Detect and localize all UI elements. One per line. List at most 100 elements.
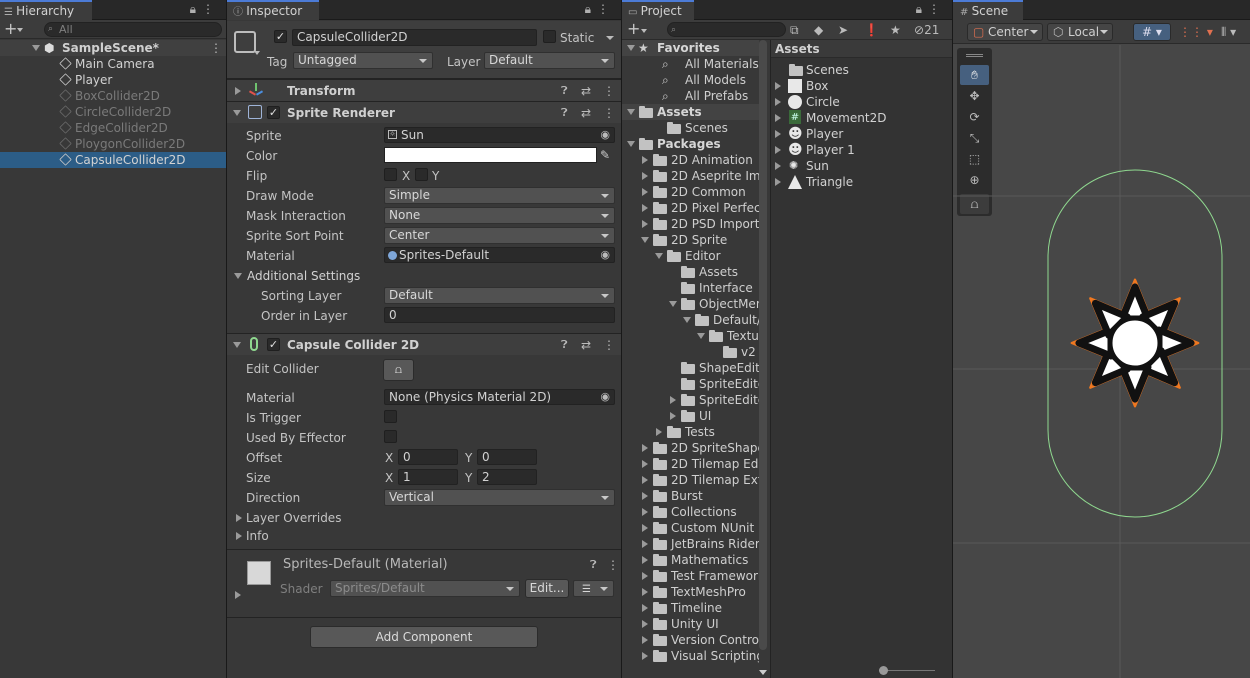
help-icon[interactable]: ❓︎: [590, 557, 597, 573]
inspector-tab-menu[interactable]: 🔒︎⋮: [585, 2, 615, 17]
scene-viewport[interactable]: [953, 45, 1250, 678]
eyedropper-icon[interactable]: ✎: [600, 147, 610, 163]
project-search-input[interactable]: ⌕: [667, 22, 786, 37]
chevron-right-icon[interactable]: [642, 460, 648, 468]
chevron-right-icon[interactable]: [642, 172, 648, 180]
chevron-down-icon[interactable]: [627, 45, 635, 51]
filter-type-icon[interactable]: ◆: [814, 22, 823, 38]
filter-label-icon[interactable]: ➤: [838, 22, 848, 38]
chevron-right-icon[interactable]: [642, 524, 648, 532]
edit-collider-button[interactable]: ⩍: [383, 359, 414, 381]
chevron-down-icon[interactable]: [683, 317, 691, 323]
add-component-button[interactable]: Add Component: [310, 626, 538, 648]
asset-item[interactable]: ☻ Player: [771, 126, 952, 142]
chevron-right-icon[interactable]: [642, 204, 648, 212]
chevron-right-icon[interactable]: [642, 508, 648, 516]
chevron-right-icon[interactable]: [775, 162, 781, 170]
shader-dropdown[interactable]: Sprites/Default: [330, 580, 520, 597]
project-tree-item[interactable]: Test Framework: [622, 568, 759, 584]
chevron-right-icon[interactable]: [642, 540, 648, 548]
chevron-right-icon[interactable]: [642, 620, 648, 628]
project-tree-item[interactable]: ShapeEdit: [622, 360, 759, 376]
draw-mode-dropdown[interactable]: Simple: [384, 187, 615, 204]
asset-item[interactable]: Scenes: [771, 62, 952, 78]
tag-dropdown[interactable]: Untagged: [293, 52, 433, 69]
project-tree-item[interactable]: Textu: [622, 328, 759, 344]
project-tree-item[interactable]: Unity UI: [622, 616, 759, 632]
project-tree-item[interactable]: 2D Common: [622, 184, 759, 200]
chevron-right-icon[interactable]: [642, 188, 648, 196]
project-tree-item[interactable]: ⌕ All Prefabs: [622, 88, 759, 104]
project-tree-item[interactable]: Editor: [622, 248, 759, 264]
search-scope-icon[interactable]: ⧉: [790, 22, 799, 38]
project-tree-item[interactable]: TextMeshPro: [622, 584, 759, 600]
zoom-slider-handle[interactable]: [879, 666, 888, 675]
asset-item[interactable]: ✺ Sun: [771, 158, 952, 174]
is-trigger-checkbox[interactable]: [384, 410, 397, 423]
tab-inspector[interactable]: ⓘ Inspector: [227, 0, 319, 20]
project-tree-item[interactable]: 2D Tilemap Edit: [622, 456, 759, 472]
chevron-right-icon[interactable]: [642, 156, 648, 164]
chevron-right-icon[interactable]: [775, 178, 781, 186]
hierarchy-item[interactable]: Player: [0, 72, 226, 88]
chevron-right-icon[interactable]: [642, 588, 648, 596]
hierarchy-item[interactable]: BoxCollider2D: [0, 88, 226, 104]
static-dropdown-icon[interactable]: [606, 36, 614, 40]
material-field[interactable]: Sprites-Default ◉: [384, 247, 615, 263]
help-icon[interactable]: ❓︎: [561, 105, 568, 121]
tab-project[interactable]: ▭ Project: [622, 0, 694, 20]
add-icon[interactable]: +: [627, 21, 640, 37]
chevron-down-icon[interactable]: [234, 273, 242, 279]
project-tree-item[interactable]: 2D Aseprite Imp: [622, 168, 759, 184]
project-tree-item[interactable]: Visual Scripting: [622, 648, 759, 664]
chevron-right-icon[interactable]: [775, 98, 781, 106]
help-icon[interactable]: ❓︎: [561, 337, 568, 353]
tree-scrollbar[interactable]: [759, 40, 767, 650]
icon-dropdown-icon[interactable]: [254, 51, 260, 55]
chevron-down-icon[interactable]: [627, 109, 635, 115]
help-icon[interactable]: ❓︎: [561, 83, 568, 99]
grid-snap-button[interactable]: #︎ ▾: [1133, 23, 1171, 41]
gameobject-name-field[interactable]: CapsuleCollider2D: [292, 29, 537, 46]
project-tree-item[interactable]: UI: [622, 408, 759, 424]
add-dropdown-icon[interactable]: [641, 29, 647, 33]
static-checkbox[interactable]: [543, 30, 556, 43]
project-tree-item[interactable]: 2D Tilemap Extr: [622, 472, 759, 488]
tab-scene[interactable]: #︎ Scene: [953, 0, 1023, 20]
add-dropdown-icon[interactable]: [17, 28, 23, 32]
chevron-right-icon[interactable]: [670, 396, 676, 404]
chevron-down-icon[interactable]: [233, 342, 241, 348]
chevron-down-icon[interactable]: [669, 301, 677, 307]
object-picker-icon[interactable]: ◉: [600, 390, 610, 404]
object-picker-icon[interactable]: ◉: [600, 248, 610, 262]
hierarchy-item[interactable]: PloygonCollider2D: [0, 136, 226, 152]
project-tree-item[interactable]: SpriteEdito: [622, 376, 759, 392]
chevron-right-icon[interactable]: [775, 114, 781, 122]
chevron-down-icon[interactable]: [627, 141, 635, 147]
project-tree-item[interactable]: SpriteEdito: [622, 392, 759, 408]
component-menu-icon[interactable]: ⋮: [603, 83, 615, 99]
component-menu-icon[interactable]: ⋮: [603, 105, 615, 121]
used-by-effector-checkbox[interactable]: [384, 430, 397, 443]
chevron-down-icon[interactable]: [697, 333, 705, 339]
hierarchy-scene-row[interactable]: ⬢ SampleScene* ⋮: [0, 40, 226, 56]
chevron-down-icon[interactable]: [233, 110, 241, 116]
chevron-right-icon[interactable]: [642, 604, 648, 612]
offset-y-field[interactable]: 0: [477, 449, 537, 465]
presets-icon[interactable]: ⇄: [581, 105, 591, 121]
order-in-layer-field[interactable]: 0: [384, 307, 615, 323]
project-tree-item[interactable]: ObjectMen: [622, 296, 759, 312]
chevron-down-icon[interactable]: [641, 237, 649, 243]
mask-interaction-dropdown[interactable]: None: [384, 207, 615, 224]
chevron-right-icon[interactable]: [235, 591, 241, 599]
sorting-layer-dropdown[interactable]: Default: [384, 287, 615, 304]
chevron-right-icon[interactable]: [642, 476, 648, 484]
grid-visibility-icon[interactable]: ⦀ ▾: [1221, 24, 1236, 40]
project-tree-item[interactable]: 2D Pixel Perfec: [622, 200, 759, 216]
flip-x-checkbox[interactable]: [384, 168, 397, 181]
collider-material-field[interactable]: None (Physics Material 2D) ◉: [384, 389, 615, 405]
chevron-right-icon[interactable]: [670, 412, 676, 420]
chevron-right-icon[interactable]: [642, 636, 648, 644]
shader-options-dropdown[interactable]: ☰: [573, 580, 614, 597]
presets-icon[interactable]: ⇄: [581, 83, 591, 99]
